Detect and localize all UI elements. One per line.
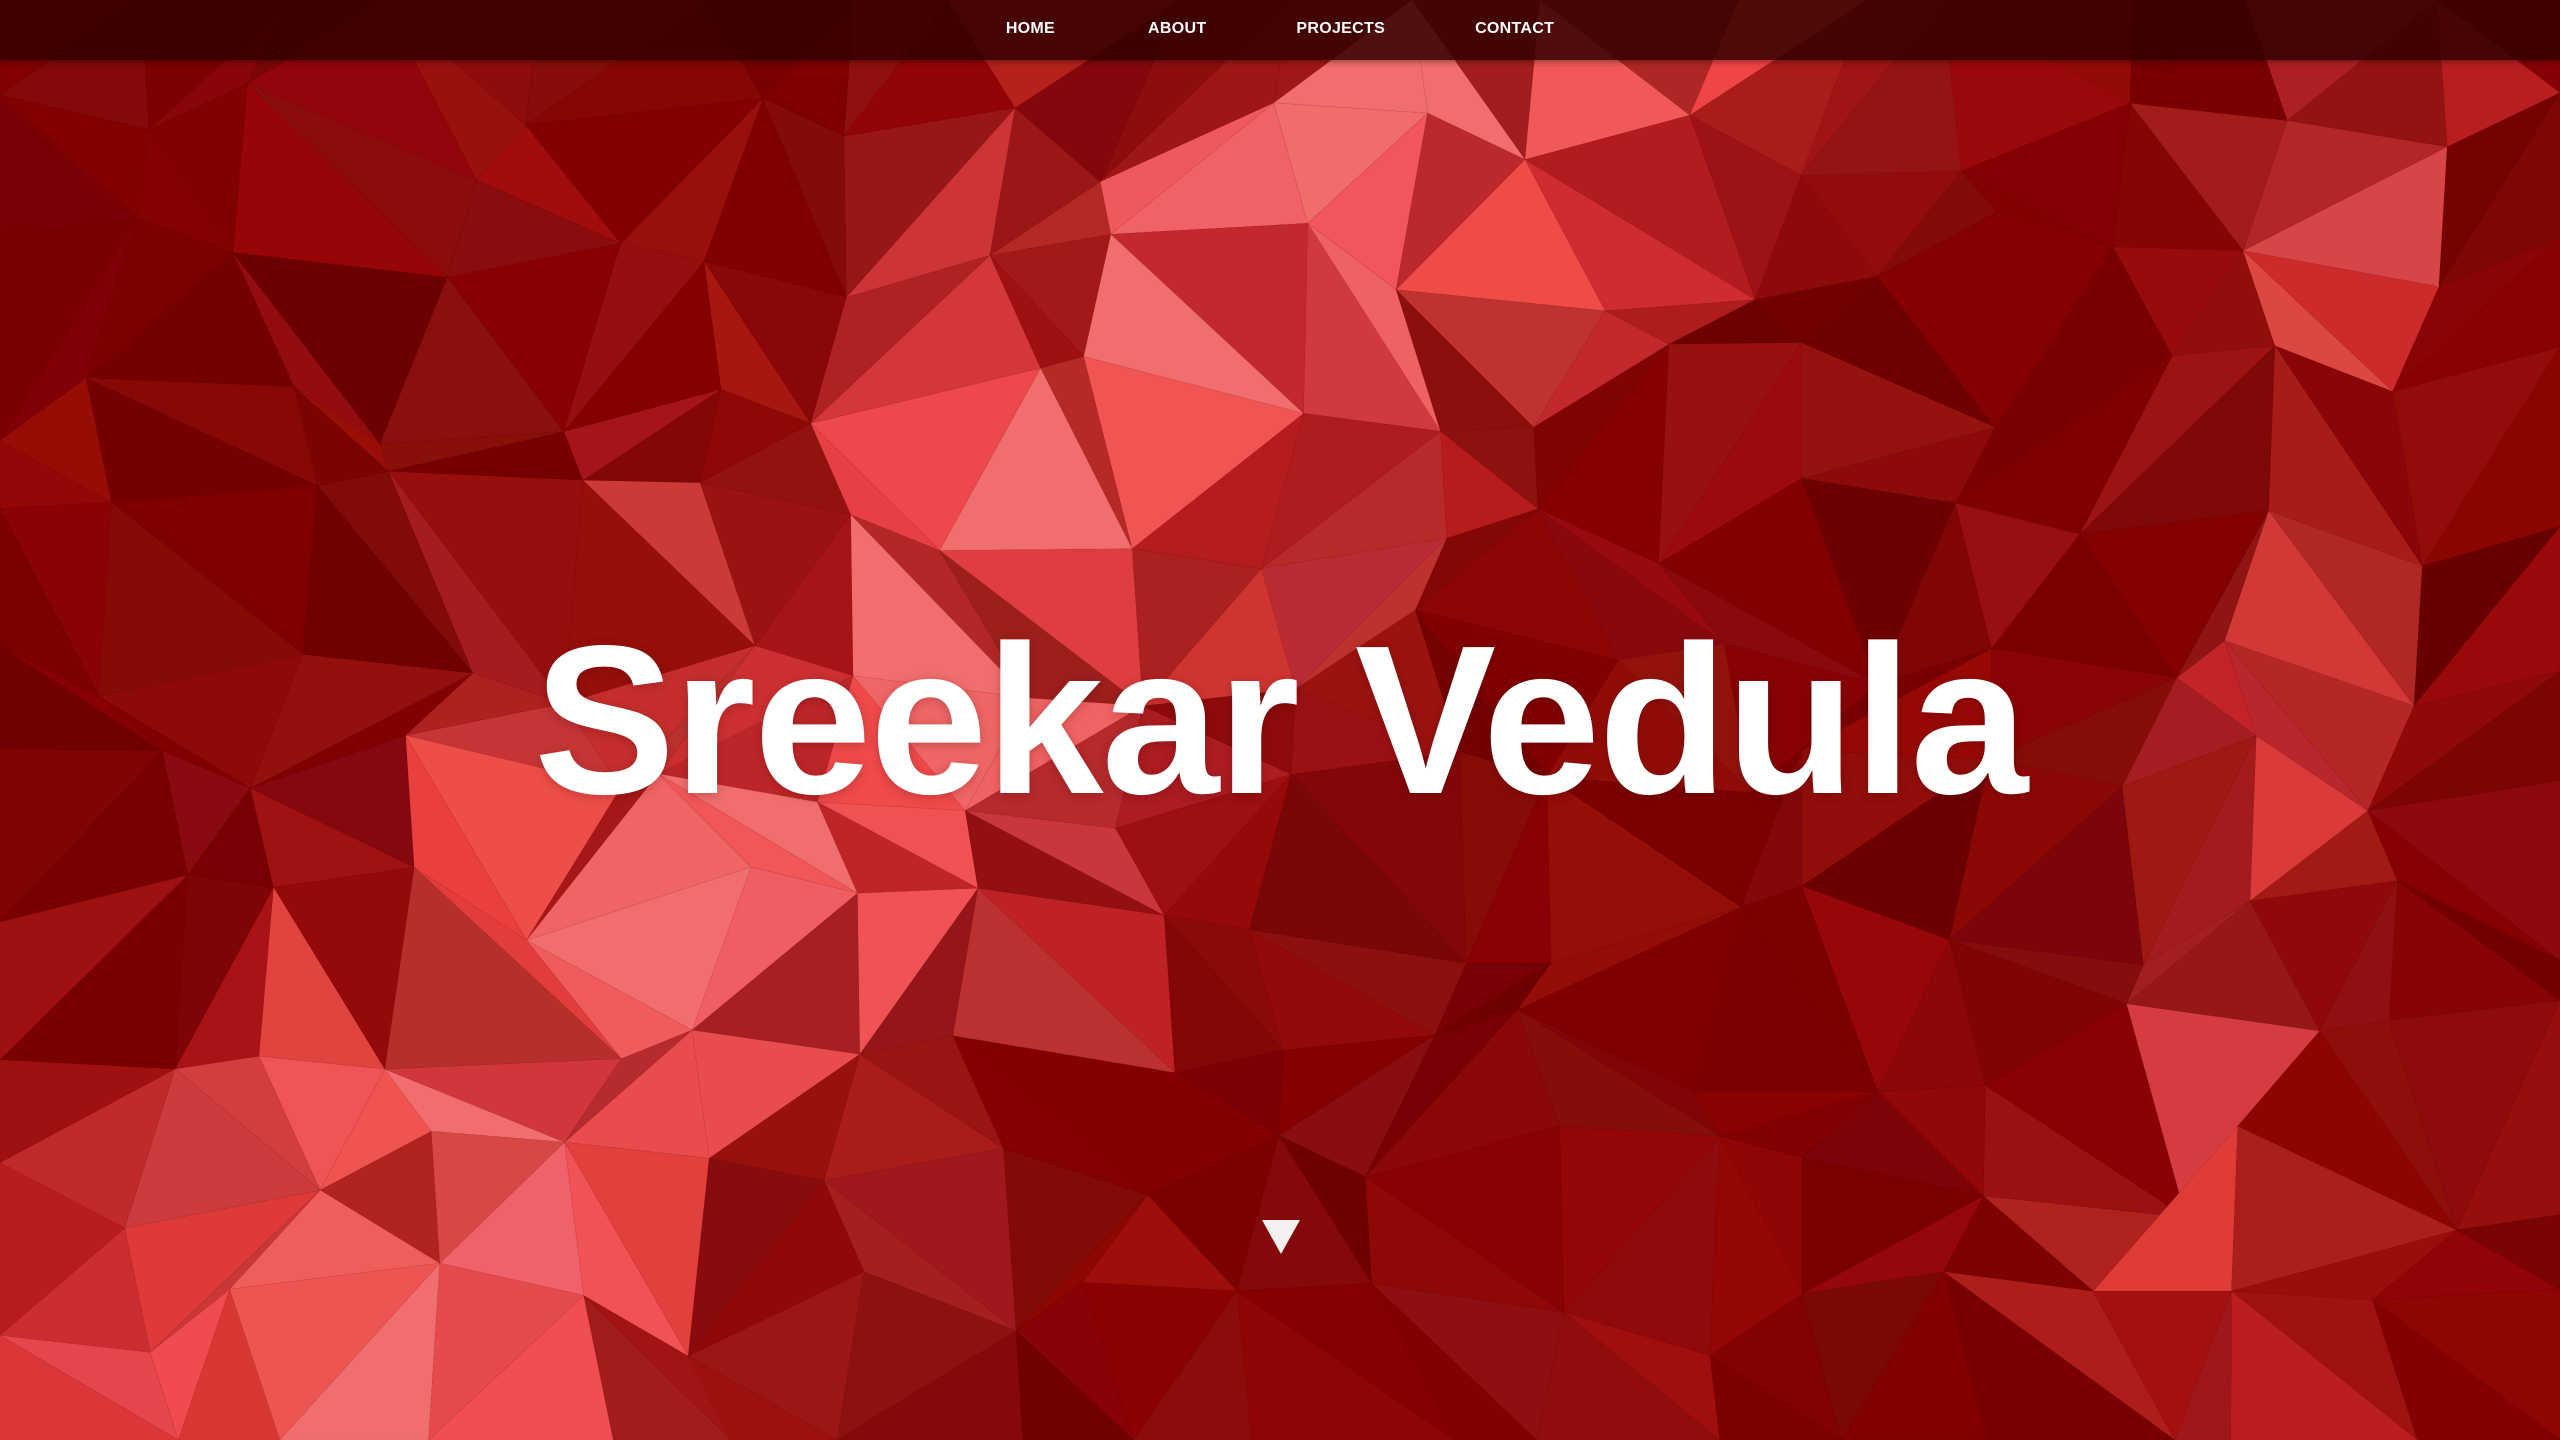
- hero-title: Sreekar Vedula: [533, 601, 2028, 838]
- nav-links: HOME ABOUT PROJECTS CONTACT: [0, 0, 2560, 58]
- nav-link-about[interactable]: ABOUT: [1103, 2, 1251, 56]
- nav-link-home[interactable]: HOME: [961, 2, 1103, 56]
- nav-link-projects[interactable]: PROJECTS: [1251, 2, 1430, 56]
- nav-link-contact[interactable]: CONTACT: [1430, 2, 1599, 56]
- navbar: HOME ABOUT PROJECTS CONTACT: [0, 0, 2560, 60]
- hero-section: Sreekar Vedula: [0, 0, 2560, 1440]
- scroll-down-arrow-icon[interactable]: [1262, 1220, 1300, 1254]
